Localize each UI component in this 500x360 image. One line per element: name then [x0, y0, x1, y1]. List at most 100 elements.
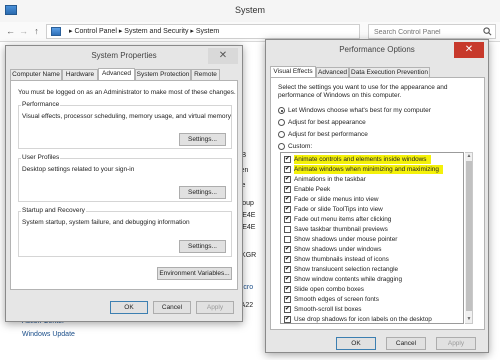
apply-button[interactable]: Apply: [436, 337, 476, 350]
ok-button[interactable]: OK: [336, 337, 376, 350]
performance-group-title: Performance: [21, 101, 61, 108]
visual-effect-label: Animate windows when minimizing and maxi…: [294, 165, 443, 174]
visual-effect-option[interactable]: ✔ Show thumbnails instead of icons: [281, 255, 457, 264]
visual-effect-label: Fade or slide menus into view: [294, 196, 379, 203]
visual-effect-option[interactable]: ✔ Animate controls and elements inside wi…: [281, 155, 457, 164]
close-icon[interactable]: ✕: [454, 42, 484, 58]
visual-effect-label: Show window contents while dragging: [294, 276, 402, 283]
radio-best-performance[interactable]: [278, 131, 285, 138]
visual-effect-option[interactable]: ✔ Animate windows when minimizing and max…: [281, 165, 457, 174]
checkbox-checked-icon[interactable]: ✔: [284, 286, 291, 293]
visual-effect-option[interactable]: ✔ Fade or slide menus into view: [281, 195, 457, 204]
system-title-bar: System: [0, 0, 500, 22]
visual-effect-label: Show thumbnails instead of icons: [294, 256, 389, 263]
breadcrumb[interactable]: ▸ Control Panel ▸ System and Security ▸ …: [69, 27, 219, 35]
checkbox-checked-icon[interactable]: ✔: [284, 316, 291, 323]
apply-button[interactable]: Apply: [196, 301, 234, 314]
visual-effect-option[interactable]: ✔ Animations in the taskbar: [281, 175, 457, 184]
checkbox-checked-icon[interactable]: ✔: [284, 166, 291, 173]
radio-label: Adjust for best performance: [288, 131, 368, 138]
admin-note: You must be logged on as an Administrato…: [18, 89, 236, 96]
visual-effect-label: Animate controls and elements inside win…: [294, 155, 431, 164]
visual-effect-option[interactable]: ✔ Fade or slide ToolTips into view: [281, 205, 457, 214]
environment-variables-button[interactable]: Environment Variables...: [157, 267, 232, 280]
performance-settings-button[interactable]: Settings...: [179, 133, 226, 146]
visual-effect-label: Fade or slide ToolTips into view: [294, 206, 383, 213]
checkbox-checked-icon[interactable]: ✔: [284, 196, 291, 203]
user-profiles-description: Desktop settings related to your sign-in: [22, 166, 135, 173]
tab-hardware[interactable]: Hardware: [62, 69, 98, 80]
checkbox-checked-icon[interactable]: ✔: [284, 206, 291, 213]
checkbox-unchecked-icon[interactable]: [284, 226, 291, 233]
search-icon[interactable]: [483, 27, 492, 36]
checkbox-checked-icon[interactable]: ✔: [284, 266, 291, 273]
startup-recovery-group-title: Startup and Recovery: [21, 207, 86, 214]
scroll-down-icon[interactable]: ▼: [466, 315, 472, 323]
visual-effect-option[interactable]: ✔ Use drop shadows for icon labels on the…: [281, 315, 457, 323]
visual-effect-option[interactable]: ✔ Show shadows under windows: [281, 245, 457, 254]
visual-effect-label: Use drop shadows for icon labels on the …: [294, 316, 432, 323]
startup-recovery-description: System startup, system failure, and debu…: [22, 219, 190, 226]
cancel-button[interactable]: Cancel: [386, 337, 426, 350]
advanced-panel: You must be logged on as an Administrato…: [10, 80, 238, 290]
visual-effect-label: Save taskbar thumbnail previews: [294, 226, 388, 233]
visual-effect-label: Fade out menu items after clicking: [294, 216, 392, 223]
visual-effect-option[interactable]: ✔ Enable Peek: [281, 185, 457, 194]
ok-button[interactable]: OK: [110, 301, 148, 314]
checkbox-checked-icon[interactable]: ✔: [284, 246, 291, 253]
visual-effect-option[interactable]: Save taskbar thumbnail previews: [281, 225, 457, 234]
windows-update-link[interactable]: Windows Update: [22, 331, 75, 338]
checkbox-checked-icon[interactable]: ✔: [284, 176, 291, 183]
visual-effect-option[interactable]: ✔ Smooth-scroll list boxes: [281, 305, 457, 314]
radio-let-windows-choose[interactable]: [278, 107, 285, 114]
user-profiles-group-title: User Profiles: [21, 154, 61, 161]
checkbox-checked-icon[interactable]: ✔: [284, 186, 291, 193]
startup-recovery-settings-button[interactable]: Settings...: [179, 240, 226, 253]
visual-effect-option[interactable]: ✔ Smooth edges of screen fonts: [281, 295, 457, 304]
user-profiles-settings-button[interactable]: Settings...: [179, 186, 226, 199]
checkbox-checked-icon[interactable]: ✔: [284, 276, 291, 283]
visual-effect-option[interactable]: Show shadows under mouse pointer: [281, 235, 457, 244]
checkbox-checked-icon[interactable]: ✔: [284, 216, 291, 223]
checkbox-checked-icon[interactable]: ✔: [284, 256, 291, 263]
visual-effect-option[interactable]: ✔ Slide open combo boxes: [281, 285, 457, 294]
radio-label: Let Windows choose what's best for my co…: [288, 107, 431, 114]
radio-best-appearance[interactable]: [278, 119, 285, 126]
checkbox-checked-icon[interactable]: ✔: [284, 306, 291, 313]
system-properties-dialog: System Properties ✕ Computer Name Hardwa…: [5, 45, 243, 322]
checkbox-checked-icon[interactable]: ✔: [284, 296, 291, 303]
control-panel-icon: [51, 27, 61, 36]
visual-effect-label: Animations in the taskbar: [294, 176, 366, 183]
visual-effect-label: Enable Peek: [294, 186, 331, 193]
close-icon[interactable]: ✕: [208, 48, 238, 64]
tab-remote[interactable]: Remote: [191, 69, 220, 80]
visual-effect-option[interactable]: ✔ Show translucent selection rectangle: [281, 265, 457, 274]
cancel-button[interactable]: Cancel: [153, 301, 191, 314]
visual-effect-label: Show shadows under windows: [294, 246, 382, 253]
performance-description: Visual effects, processor scheduling, me…: [22, 113, 231, 120]
visual-effect-label: Show translucent selection rectangle: [294, 266, 399, 273]
visual-effects-list[interactable]: ✔ Animate controls and elements inside wi…: [280, 152, 464, 324]
address-box[interactable]: ▸ Control Panel ▸ System and Security ▸ …: [46, 24, 360, 39]
scroll-up-icon[interactable]: ▲: [466, 152, 472, 160]
radio-custom[interactable]: [278, 143, 285, 150]
checkbox-checked-icon[interactable]: ✔: [284, 156, 291, 163]
tab-advanced[interactable]: Advanced: [98, 68, 135, 80]
system-properties-title: System Properties: [91, 51, 157, 60]
tab-computer-name[interactable]: Computer Name: [10, 69, 62, 80]
search-input[interactable]: [372, 26, 480, 38]
visual-effect-label: Smooth-scroll list boxes: [294, 306, 362, 313]
up-arrow-icon[interactable]: ↑: [30, 25, 43, 38]
forward-arrow-icon[interactable]: →: [17, 25, 30, 38]
search-box[interactable]: [368, 24, 496, 39]
visual-effects-description: Select the settings you want to use for …: [278, 84, 448, 99]
tab-system-protection[interactable]: System Protection: [135, 69, 191, 80]
visual-effect-label: Slide open combo boxes: [294, 286, 364, 293]
checkbox-unchecked-icon[interactable]: [284, 236, 291, 243]
visual-effect-option[interactable]: ✔ Fade out menu items after clicking: [281, 215, 457, 224]
scrollbar-thumb[interactable]: [466, 161, 472, 311]
system-title: System: [234, 5, 265, 15]
radio-label: Adjust for best appearance: [288, 119, 366, 126]
back-arrow-icon[interactable]: ←: [4, 25, 17, 38]
visual-effect-option[interactable]: ✔ Show window contents while dragging: [281, 275, 457, 284]
